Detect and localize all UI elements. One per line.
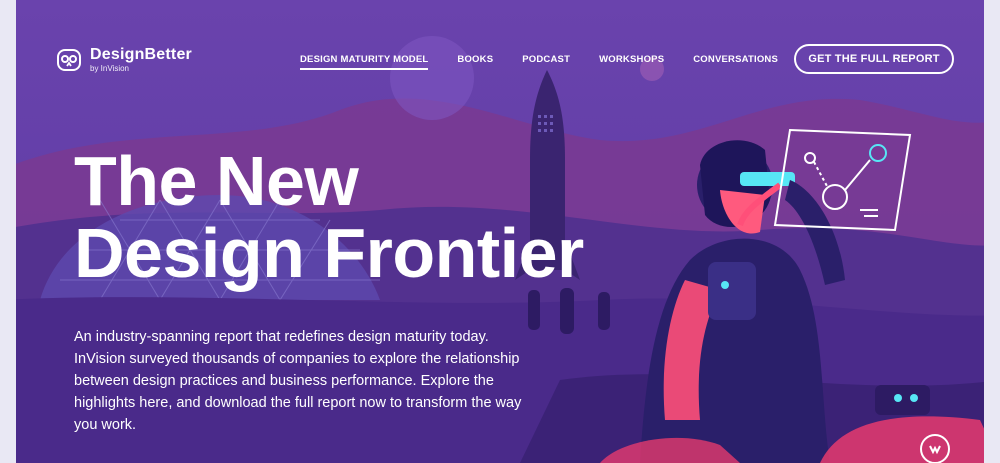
brand-name: DesignBetter [90,46,192,63]
hero-title-line-2: Design Frontier [74,214,584,292]
hero-title: The New Design Frontier [74,145,584,289]
brand-logo[interactable]: DesignBetter by InVision [56,47,192,73]
top-navigation: DesignBetter by InVision DESIGN MATURITY… [0,0,1000,120]
get-full-report-button[interactable]: GET THE FULL REPORT [794,44,954,74]
hero-description: An industry-spanning report that redefin… [74,329,522,433]
main-menu: DESIGN MATURITY MODEL BOOKS PODCAST WORK… [300,54,778,70]
owl-icon [57,49,81,71]
invision-badge-button[interactable] [920,434,950,463]
invision-logo-icon [929,445,941,455]
nav-workshops[interactable]: WORKSHOPS [599,54,664,70]
hero-section: DesignBetter by InVision DESIGN MATURITY… [0,0,1000,463]
hero-title-line-1: The New [74,142,359,220]
nav-conversations[interactable]: CONVERSATIONS [693,54,778,70]
nav-podcast[interactable]: PODCAST [522,54,570,70]
brand-subtitle: by InVision [90,64,129,73]
nav-design-maturity-model[interactable]: DESIGN MATURITY MODEL [300,54,429,70]
nav-books[interactable]: BOOKS [457,54,493,70]
